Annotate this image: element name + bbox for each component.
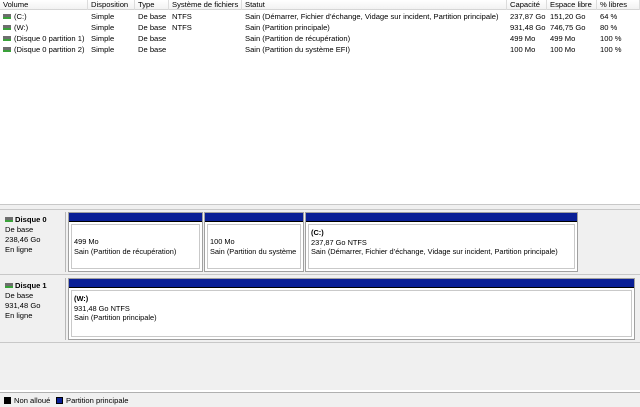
volume-name: (Disque 0 partition 1) bbox=[14, 34, 85, 43]
partition-status: Sain (Démarrer, Fichier d’échange, Vidag… bbox=[311, 247, 558, 256]
volume-layout: Simple bbox=[91, 34, 115, 43]
disk-info-0[interactable]: Disque 0 De base 238,46 Go En ligne bbox=[0, 212, 66, 272]
partition-w[interactable]: (W:) 931,48 Go NTFS Sain (Partition prin… bbox=[68, 278, 635, 340]
column-header-volume[interactable]: Volume bbox=[0, 0, 88, 10]
disk-management-window: Volume Disposition Type Système de fichi… bbox=[0, 0, 640, 407]
column-header-percent-free[interactable]: % libres bbox=[597, 0, 640, 10]
volume-name: (Disque 0 partition 2) bbox=[14, 45, 85, 54]
volume-percent-free: 64 % bbox=[600, 12, 618, 21]
volume-filesystem: NTFS bbox=[172, 23, 192, 32]
volume-free-space: 151,20 Go bbox=[550, 12, 586, 21]
volume-name: (W:) bbox=[14, 23, 29, 32]
volume-free-space: 499 Mo bbox=[550, 34, 576, 43]
volume-type: De base bbox=[138, 23, 167, 32]
volume-type: De base bbox=[138, 12, 167, 21]
column-header-status[interactable]: Statut bbox=[242, 0, 507, 10]
volume-capacity: 499 Mo bbox=[510, 34, 536, 43]
partition-size: 100 Mo bbox=[210, 237, 235, 246]
partition-label: (C:) bbox=[311, 228, 324, 237]
column-header-filesystem[interactable]: Système de fichiers bbox=[169, 0, 242, 10]
volume-row-w[interactable]: (W:) Simple De base NTFS Sain (Partition… bbox=[0, 22, 640, 33]
partition-efi-system[interactable]: 100 Mo Sain (Partition du système bbox=[204, 212, 304, 272]
disk-icon bbox=[5, 217, 13, 222]
volume-list-header: Volume Disposition Type Système de fichi… bbox=[0, 0, 640, 10]
volume-icon bbox=[3, 47, 11, 52]
volume-row-c[interactable]: (C:) Simple De base NTFS Sain (Démarrer,… bbox=[0, 11, 640, 22]
disk-type: De base bbox=[5, 291, 34, 300]
disk-state: En ligne bbox=[5, 311, 33, 320]
volume-percent-free: 100 % bbox=[600, 45, 622, 54]
partition-status: Sain (Partition principale) bbox=[74, 313, 157, 322]
partition-c[interactable]: (C:) 237,87 Go NTFS Sain (Démarrer, Fich… bbox=[305, 212, 578, 272]
partition-status: Sain (Partition de récupération) bbox=[74, 246, 177, 256]
disk-type: De base bbox=[5, 225, 34, 234]
disk-row-1: Disque 1 De base 931,48 Go En ligne (W:)… bbox=[0, 278, 640, 340]
volume-status: Sain (Démarrer, Fichier d’échange, Vidag… bbox=[245, 12, 499, 21]
partition-status: Sain (Partition du système bbox=[210, 246, 297, 256]
volume-capacity: 237,87 Go bbox=[510, 12, 546, 21]
volume-free-space: 100 Mo bbox=[550, 45, 576, 54]
disk-row-0: Disque 0 De base 238,46 Go En ligne 499 … bbox=[0, 212, 640, 272]
volume-status: Sain (Partition du système EFI) bbox=[245, 45, 351, 54]
partition-type-bar bbox=[69, 279, 634, 288]
volume-capacity: 931,48 Go bbox=[510, 23, 546, 32]
partition-recovery[interactable]: 499 Mo Sain (Partition de récupération) bbox=[68, 212, 203, 272]
unallocated-swatch-icon bbox=[4, 397, 11, 404]
volume-status: Sain (Partition principale) bbox=[245, 23, 330, 32]
volume-icon bbox=[3, 14, 11, 19]
volume-percent-free: 100 % bbox=[600, 34, 622, 43]
column-header-free-space[interactable]: Espace libre bbox=[547, 0, 597, 10]
disk-name: Disque 1 bbox=[15, 281, 47, 290]
partition-size: 931,48 Go NTFS bbox=[74, 303, 130, 313]
disk-size: 238,46 Go bbox=[5, 235, 41, 244]
column-header-capacity[interactable]: Capacité bbox=[507, 0, 547, 10]
disk-info-1[interactable]: Disque 1 De base 931,48 Go En ligne bbox=[0, 278, 66, 340]
volume-layout: Simple bbox=[91, 23, 115, 32]
legend-primary-partition: Partition principale bbox=[56, 396, 128, 405]
volume-row-disk0-partition1[interactable]: (Disque 0 partition 1) Simple De base Sa… bbox=[0, 33, 640, 44]
volume-filesystem bbox=[169, 33, 242, 44]
volume-filesystem bbox=[169, 44, 242, 55]
disk-size: 931,48 Go bbox=[5, 301, 41, 310]
volume-row-disk0-partition2[interactable]: (Disque 0 partition 2) Simple De base Sa… bbox=[0, 44, 640, 55]
volume-icon bbox=[3, 25, 11, 30]
disk-icon bbox=[5, 283, 13, 288]
column-header-type[interactable]: Type bbox=[135, 0, 169, 10]
volume-status: Sain (Partition de récupération) bbox=[245, 34, 351, 43]
partition-type-bar bbox=[205, 213, 303, 222]
primary-partition-swatch-icon bbox=[56, 397, 63, 404]
volume-filesystem: NTFS bbox=[172, 12, 192, 21]
volume-capacity: 100 Mo bbox=[510, 45, 536, 54]
disk-name: Disque 0 bbox=[15, 215, 47, 224]
volume-layout: Simple bbox=[91, 45, 115, 54]
volume-type: De base bbox=[138, 34, 167, 43]
volume-icon bbox=[3, 36, 11, 41]
volume-layout: Simple bbox=[91, 12, 115, 21]
partition-label: (W:) bbox=[74, 294, 89, 303]
volume-list: Volume Disposition Type Système de fichi… bbox=[0, 0, 640, 204]
disk-state: En ligne bbox=[5, 245, 33, 254]
partition-type-bar bbox=[69, 213, 202, 222]
volume-percent-free: 80 % bbox=[600, 23, 618, 32]
volume-type: De base bbox=[138, 45, 167, 54]
partition-size: 237,87 Go NTFS bbox=[311, 237, 367, 247]
partition-size: 499 Mo bbox=[74, 237, 99, 246]
partition-type-bar bbox=[306, 213, 577, 222]
column-header-layout[interactable]: Disposition bbox=[88, 0, 135, 10]
legend-unallocated: Non alloué bbox=[4, 396, 50, 405]
disk-graphical-view: Disque 0 De base 238,46 Go En ligne 499 … bbox=[0, 210, 640, 390]
legend-bar: Non alloué Partition principale bbox=[0, 392, 640, 407]
volume-name: (C:) bbox=[14, 12, 27, 21]
volume-free-space: 746,75 Go bbox=[550, 23, 586, 32]
